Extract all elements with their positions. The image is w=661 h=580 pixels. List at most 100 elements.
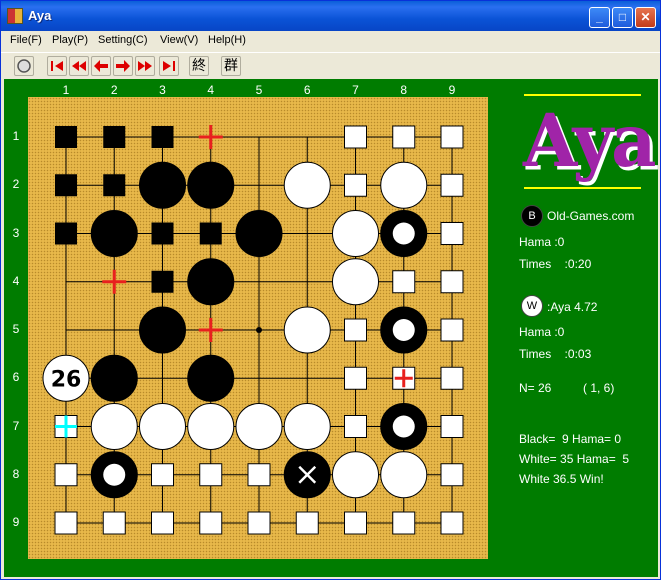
menu-bar: File(F) Play(P) Setting(C) View(V) Help(… [1,31,660,51]
dead-stone-mark [392,415,415,438]
black-territory-mark [103,174,126,197]
black-times: Times :0:20 [519,257,592,271]
row-label-8: 8 [12,466,20,481]
menu-file[interactable]: File(F) [10,34,42,46]
go-board[interactable]: 26 [28,97,488,559]
white-territory-mark [344,125,367,149]
white-territory-mark [392,511,416,535]
white-territory-mark [440,366,464,390]
black-territory-mark [55,126,77,148]
back-many-button[interactable] [69,56,89,76]
forward-button[interactable] [113,56,133,76]
dead-stone-mark [103,463,126,486]
main-window: Aya _ □ ✕ File(F) Play(P) Setting(C) Vie… [0,0,661,580]
black-hama: Hama :0 [519,235,565,249]
white-territory-mark [344,318,367,342]
toolbar: 終 群 [1,52,660,79]
dead-stone-mark [392,222,415,245]
white-territory-mark [392,270,416,294]
black-stone [187,258,235,306]
menu-view[interactable]: View(V) [160,34,198,46]
black-stone [90,210,138,257]
col-label-6: 6 [303,83,311,97]
white-territory-mark [440,511,464,535]
col-label-3: 3 [159,83,166,97]
white-territory-mark [344,366,367,390]
white-territory-mark [151,463,174,487]
white-score: White= 35 Hama= 5 [519,452,630,466]
black-stone [139,306,186,354]
skip-end-icon [163,61,175,71]
forward-many-button[interactable] [135,56,155,76]
white-territory-mark [344,511,367,535]
row-label-3: 3 [12,225,20,240]
circle-icon [17,59,31,73]
white-territory-mark [440,318,464,342]
pass-button[interactable] [14,56,34,76]
white-territory-mark [295,511,319,535]
black-territory-mark [199,222,222,245]
col-label-1: 1 [62,83,70,97]
white-territory-mark [151,511,174,535]
white-territory-mark [199,463,223,487]
row-label-4: 4 [12,273,20,288]
dead-stone-mark [392,319,415,341]
black-stone [235,210,283,257]
row-label-9: 9 [12,515,20,529]
game-result: White 36.5 Win! [519,472,604,486]
board-grid[interactable]: 26 [28,97,488,559]
white-stone [139,403,186,450]
white-territory-mark [247,511,271,535]
arrow-right-icon [116,60,130,72]
close-button[interactable]: ✕ [635,7,656,28]
white-hama: Hama :0 [519,325,565,339]
white-territory-mark [344,173,367,197]
black-stone [90,354,138,402]
col-label-9: 9 [448,83,456,97]
menu-setting[interactable]: Setting(C) [98,34,148,46]
menu-play[interactable]: Play(P) [52,34,88,46]
group-button[interactable]: 群 [221,56,241,76]
white-stone [235,403,283,450]
white-territory-mark [440,463,464,487]
white-stone [380,451,428,499]
white-territory-mark [247,463,271,487]
back-button[interactable] [91,56,111,76]
white-player-badge: W [521,295,543,317]
black-score: Black= 9 Hama= 0 [519,432,622,446]
white-player-name: :Aya 4.72 [547,300,598,314]
white-territory-mark [392,125,416,149]
white-stone [380,161,428,209]
last-move-button[interactable] [159,56,179,76]
black-stone [139,161,186,209]
black-stone [187,354,235,402]
move-position: ( 1, 6) [583,381,615,395]
white-territory-mark [440,173,464,197]
black-territory-mark [151,222,174,245]
logo-rule-bottom [524,187,641,189]
white-stone [283,161,331,209]
black-player-badge: B [521,205,543,227]
row-label-1: 1 [12,129,20,143]
star-point [256,327,262,333]
black-player-name: Old-Games.com [547,209,635,223]
window-title: Aya [28,8,52,23]
white-stone [332,210,379,257]
white-stone [332,258,379,306]
fast-forward-icon [138,61,152,71]
first-move-button[interactable] [47,56,67,76]
minimize-button[interactable]: _ [589,7,610,28]
col-label-5: 5 [255,83,263,97]
skip-start-icon [51,61,63,71]
black-territory-mark [55,222,77,245]
maximize-button[interactable]: □ [612,7,633,28]
menu-help[interactable]: Help(H) [208,34,246,46]
col-label-7: 7 [352,83,359,97]
row-label-7: 7 [12,418,20,433]
title-bar[interactable]: Aya _ □ ✕ [1,1,660,31]
black-stone [187,161,235,209]
aya-logo: Aya [523,96,657,185]
white-times: Times :0:03 [519,347,592,361]
end-game-button[interactable]: 終 [189,56,209,76]
row-label-5: 5 [12,322,20,336]
